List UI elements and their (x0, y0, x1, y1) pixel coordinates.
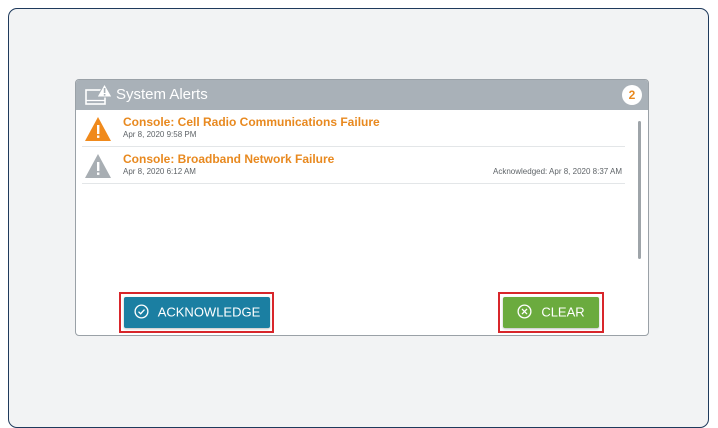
warning-triangle-icon (85, 154, 111, 178)
scrollbar[interactable] (638, 121, 641, 259)
alert-timestamp: Apr 8, 2020 6:12 AM (123, 167, 196, 176)
clear-button[interactable]: CLEAR (503, 297, 599, 328)
acknowledge-button[interactable]: ACKNOWLEDGE (124, 297, 270, 328)
alert-title: Console: Broadband Network Failure (123, 152, 335, 166)
x-circle-icon (517, 304, 532, 319)
alert-list[interactable]: Console: Cell Radio Communications Failu… (82, 110, 625, 184)
alert-item[interactable]: Console: Cell Radio Communications Failu… (82, 110, 625, 147)
check-circle-icon (134, 304, 149, 319)
panel-title: System Alerts (116, 86, 208, 103)
alert-acknowledged: Acknowledged: Apr 8, 2020 8:37 AM (493, 167, 622, 176)
clear-label: CLEAR (541, 304, 585, 320)
warning-triangle-icon (85, 117, 111, 141)
alert-timestamp: Apr 8, 2020 9:58 PM (123, 130, 197, 139)
alert-title: Console: Cell Radio Communications Failu… (123, 115, 380, 129)
acknowledge-label: ACKNOWLEDGE (157, 304, 261, 320)
alert-item[interactable]: Console: Broadband Network Failure Apr 8… (82, 147, 625, 184)
panel-header: System Alerts 2 (76, 80, 648, 110)
alert-count-badge: 2 (622, 85, 642, 105)
monitor-alert-icon (85, 83, 113, 105)
